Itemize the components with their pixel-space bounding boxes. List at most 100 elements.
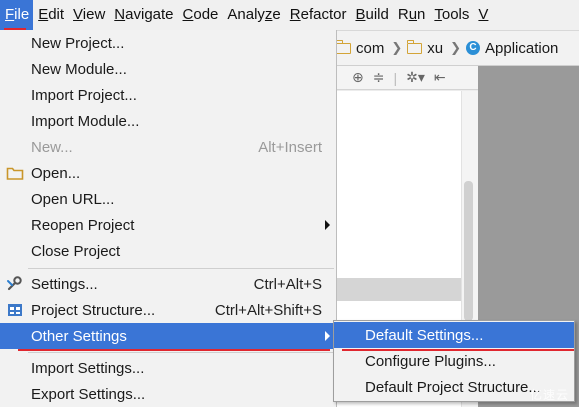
menu-tools[interactable]: Tools [430,0,473,30]
hide-panel-icon[interactable]: ⇤ [434,69,446,86]
menu-analyze[interactable]: Analyze [223,0,284,30]
menu-refactor-label: efactor [300,6,347,23]
settings-item[interactable]: Settings... Ctrl+Alt+S [0,271,336,297]
project-structure-icon [8,304,22,316]
folder-icon [6,167,24,180]
menu-analyze-pre: Analy [227,6,265,23]
import-project-item[interactable]: Import Project... [0,82,336,108]
chevron-right-icon: ❯ [391,40,403,55]
menu-code[interactable]: Code [179,0,223,30]
open-url-item[interactable]: Open URL... [0,186,336,212]
menu-code-mnemonic: C [182,6,194,23]
menu-item-label: Export Settings... [31,385,146,403]
menu-build[interactable]: Build [351,0,392,30]
folder-icon [336,39,351,54]
annotation-underline-file [4,28,26,30]
watermark: 亿速云 [529,388,569,402]
menu-item-label: Open... [31,164,81,182]
menu-navigate-mnemonic: N [114,6,126,23]
new-project-item[interactable]: New Project... [0,30,336,56]
menu-run-pre: R [397,6,409,23]
submenu-arrow-icon [325,220,330,230]
open-item[interactable]: Open... [0,160,336,186]
menu-analyze-label: e [272,6,281,23]
breadcrumb-label: com [356,39,385,57]
divider: | [393,69,398,86]
menu-item-label: Import Project... [31,86,137,104]
menu-navigate-label: avigate [125,6,174,23]
menu-build-label: uild [365,6,389,23]
scrollbar-thumb[interactable] [464,181,473,321]
menu-navigate[interactable]: Navigate [110,0,177,30]
menu-item-label: Close Project [31,242,121,260]
menu-item-label: Other Settings [31,327,127,345]
breadcrumb-item-xu[interactable]: xu [407,39,444,57]
menu-item-label: Project Structure... [31,301,156,319]
menu-vcs[interactable]: V [474,0,492,30]
menu-file-label: ile [14,6,30,23]
menu-item-label: Default Settings... [365,326,484,344]
menu-bar: File Edit View Navigate Code Analyze Ref… [0,0,579,31]
import-settings-item[interactable]: Import Settings... [0,355,336,381]
chevron-right-icon: ❯ [450,40,461,55]
folder-icon [407,39,423,54]
menu-separator [28,352,334,353]
gear-icon[interactable]: ✲▾ [406,69,425,86]
menu-item-label: Import Settings... [31,359,145,377]
menu-item-shortcut: Ctrl+Alt+S [253,275,322,293]
menu-edit[interactable]: Edit [34,0,68,30]
target-icon[interactable]: ⊕ [352,69,364,86]
menu-view[interactable]: View [69,0,109,30]
menu-item-label: Reopen Project [31,216,135,234]
menu-edit-label: dit [48,6,65,23]
menu-item-label: Default Project Structure... [365,378,541,396]
new-item[interactable]: New... Alt+Insert [0,134,336,160]
menu-item-label: New... [31,138,73,156]
menu-file[interactable]: File [0,0,34,30]
breadcrumb-label: xu [427,39,444,57]
menu-edit-mnemonic: E [38,6,49,23]
close-project-item[interactable]: Close Project [0,238,336,264]
menu-refactor[interactable]: Refactor [286,0,351,30]
menu-item-label: Configure Plugins... [365,352,496,370]
breadcrumb-label: Application [485,39,559,57]
menu-refactor-mnemonic: R [289,6,301,23]
breadcrumb-item-com[interactable]: com [336,39,385,57]
export-settings-item[interactable]: Export Settings... [0,381,336,407]
menu-item-shortcut: Ctrl+Alt+Shift+S [214,301,322,319]
new-module-item[interactable]: New Module... [0,56,336,82]
import-module-item[interactable]: Import Module... [0,108,336,134]
menu-file-mnemonic: F [5,6,15,23]
annotation-underline-other-settings [18,349,330,351]
menu-build-mnemonic: B [355,6,366,23]
menu-run-mnemonic: u [408,6,418,23]
tree-selected-row[interactable] [336,278,461,301]
menu-item-label: New Project... [31,34,125,52]
project-toolbar: ⊕ ≑ | ✲▾ ⇤ [336,66,478,90]
class-icon: C [466,41,480,55]
reopen-project-item[interactable]: Reopen Project [0,212,336,238]
configure-plugins-item[interactable]: Configure Plugins... [334,348,574,374]
menu-tools-mnemonic: T [434,6,442,23]
submenu-arrow-icon [325,331,330,341]
menu-item-label: New Module... [31,60,127,78]
menu-code-label: ode [193,6,219,23]
default-settings-item[interactable]: Default Settings... [334,322,574,348]
menu-run[interactable]: Run [394,0,430,30]
menu-item-shortcut: Alt+Insert [258,138,322,156]
annotation-underline-default-settings [342,349,574,351]
project-structure-item[interactable]: Project Structure... Ctrl+Alt+Shift+S [0,297,336,323]
menu-tools-label: ools [441,6,470,23]
menu-vcs-mnemonic: V [478,6,489,23]
menu-view-mnemonic: V [73,6,83,23]
wrench-icon [7,276,22,291]
menu-view-label: iew [82,6,106,23]
menu-run-label: n [417,6,426,23]
menu-separator [28,268,334,269]
menu-item-label: Import Module... [31,112,140,130]
collapse-icon[interactable]: ≑ [373,69,385,86]
menu-item-label: Open URL... [31,190,115,208]
menu-item-label: Settings... [31,275,98,293]
other-settings-item[interactable]: Other Settings [0,323,336,349]
breadcrumb-item-application[interactable]: C Application [466,40,558,57]
